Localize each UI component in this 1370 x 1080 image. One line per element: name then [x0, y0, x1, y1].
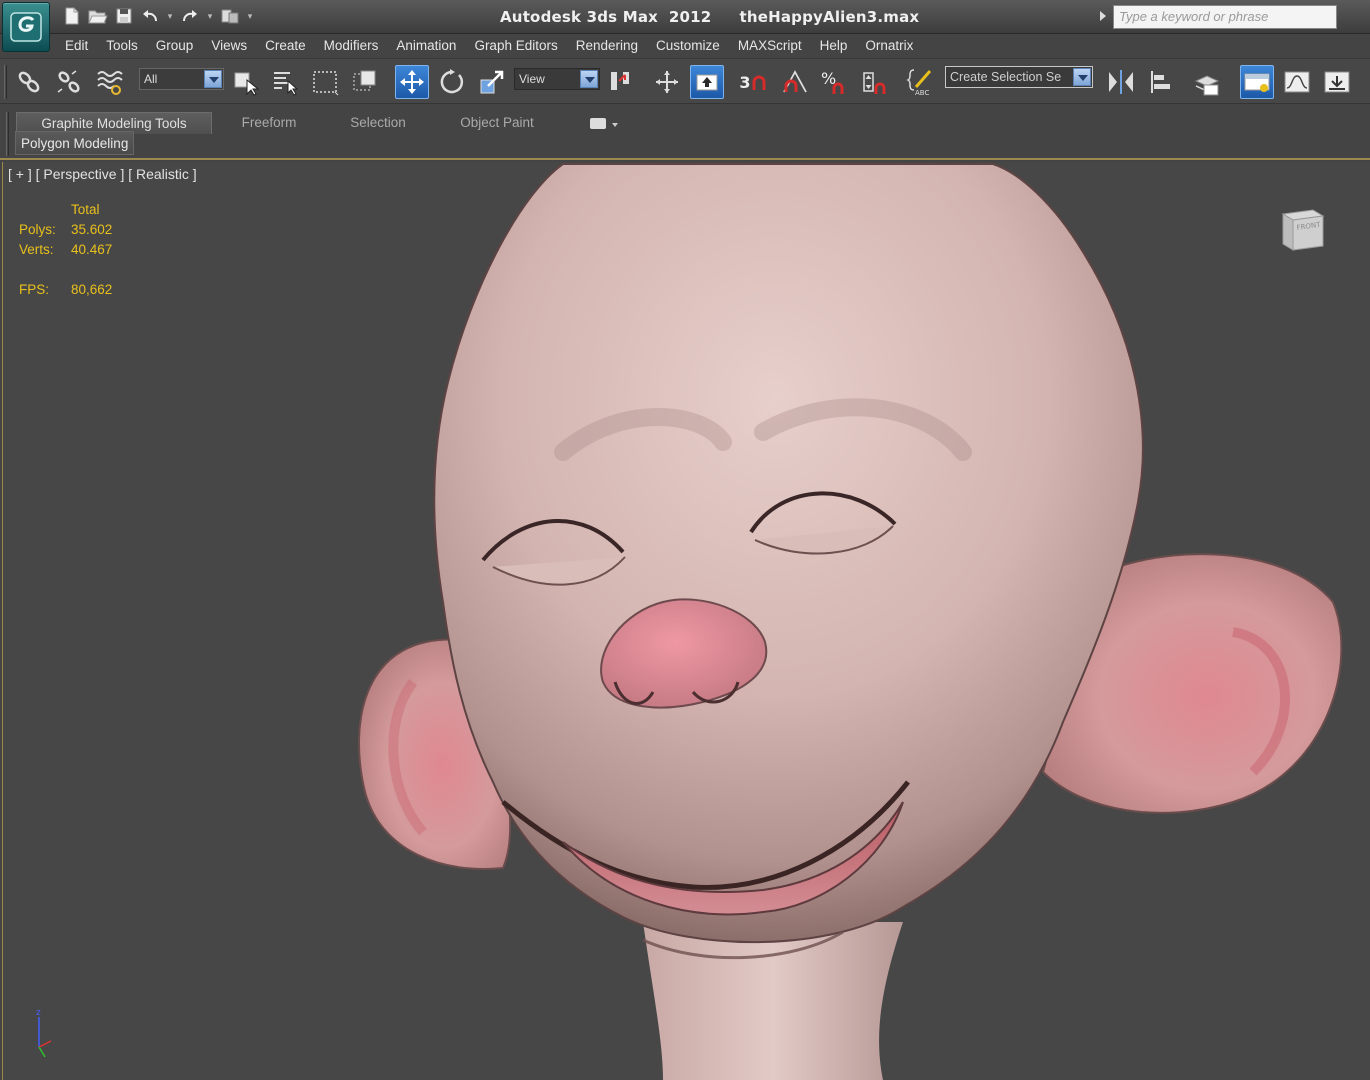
- selection-filter-value: All: [144, 72, 158, 86]
- new-file-icon[interactable]: [60, 5, 84, 27]
- window-crossing-icon[interactable]: [348, 65, 382, 99]
- polys-value: 35.602: [71, 222, 113, 237]
- application-menu-button[interactable]: [2, 2, 50, 52]
- menu-bar: Edit Tools Group Views Create Modifiers …: [52, 34, 922, 58]
- fps-label: FPS:: [19, 282, 50, 297]
- neck-mesh: [643, 922, 903, 1080]
- save-file-icon[interactable]: [112, 5, 136, 27]
- perspective-viewport[interactable]: [ + ] [ Perspective ] [ Realistic ] Tota…: [2, 162, 1370, 1080]
- main-toolbar: All View 3 % ABC: [0, 58, 1370, 104]
- svg-text:ABC: ABC: [915, 89, 929, 97]
- menu-tools[interactable]: Tools: [97, 34, 147, 58]
- align-icon[interactable]: [1144, 65, 1178, 99]
- keyboard-shortcut-override-icon[interactable]: [690, 65, 724, 99]
- quick-access-toolbar: ▾ ▾ ▾: [60, 5, 256, 27]
- menu-help[interactable]: Help: [811, 34, 857, 58]
- title-bar: ▾ ▾ ▾ Autodesk 3ds Max 2012 theHappyAlien…: [0, 0, 1370, 34]
- manipulate-icon[interactable]: [650, 65, 684, 99]
- window-title: Autodesk 3ds Max 2012 theHappyAlien3.max: [500, 8, 919, 26]
- ribbon-options-icon[interactable]: [590, 117, 620, 131]
- bind-to-space-warp-icon[interactable]: [92, 65, 126, 99]
- select-object-icon[interactable]: [228, 65, 262, 99]
- axis-z-label: z: [36, 1008, 41, 1018]
- ribbon-grip[interactable]: [6, 112, 9, 156]
- named-selection-value: Create Selection Se: [950, 70, 1062, 84]
- customize-qat-icon[interactable]: ▾: [244, 5, 256, 27]
- edit-named-selection-sets-icon[interactable]: ABC: [904, 65, 938, 99]
- viewcube-icon[interactable]: FRONT: [1279, 206, 1327, 254]
- layer-manager-icon[interactable]: [1190, 65, 1224, 99]
- undo-icon[interactable]: [138, 5, 162, 27]
- menu-rendering[interactable]: Rendering: [567, 34, 647, 58]
- angle-snap-toggle-icon[interactable]: [778, 65, 812, 99]
- select-and-link-icon[interactable]: [12, 65, 46, 99]
- toolbar-grip[interactable]: [4, 65, 7, 99]
- chevron-down-icon: [204, 70, 222, 88]
- viewport-label-menu[interactable]: [ + ] [ Perspective ] [ Realistic ]: [8, 166, 197, 182]
- chevron-down-icon: [580, 70, 598, 88]
- ribbon-minimize-icon: [590, 118, 606, 129]
- file-name: theHappyAlien3.max: [739, 8, 920, 26]
- menu-edit[interactable]: Edit: [52, 34, 97, 58]
- spinner-snap-toggle-icon[interactable]: [858, 65, 892, 99]
- polys-label: Polys:: [19, 222, 56, 237]
- menu-views[interactable]: Views: [202, 34, 256, 58]
- app-title: Autodesk 3ds Max 2012: [500, 8, 712, 26]
- select-and-scale-icon[interactable]: [475, 65, 509, 99]
- chevron-down-icon: [612, 123, 618, 127]
- 3dsmax-logo-icon: [10, 12, 42, 42]
- axis-tripod-icon: z: [36, 1008, 52, 1057]
- stats-header: Total: [71, 202, 100, 217]
- mirror-icon[interactable]: [1104, 65, 1138, 99]
- schematic-view-icon[interactable]: [1320, 65, 1354, 99]
- reference-coordinate-value: View: [519, 72, 545, 86]
- redo-dropdown-icon[interactable]: ▾: [204, 5, 216, 27]
- menu-animation[interactable]: Animation: [387, 34, 465, 58]
- chevron-down-icon: [1073, 68, 1091, 86]
- named-selection-dropdown[interactable]: Create Selection Se: [945, 66, 1093, 88]
- undo-dropdown-icon[interactable]: ▾: [164, 5, 176, 27]
- tab-selection[interactable]: Selection: [342, 112, 414, 134]
- project-folder-icon[interactable]: [218, 5, 242, 27]
- tab-freeform[interactable]: Freeform: [232, 112, 306, 134]
- reference-coordinate-dropdown[interactable]: View: [514, 68, 600, 90]
- select-and-rotate-icon[interactable]: [435, 65, 469, 99]
- selection-filter-dropdown[interactable]: All: [139, 68, 224, 90]
- menu-graph-editors[interactable]: Graph Editors: [465, 34, 566, 58]
- infocenter-expand-icon[interactable]: [1100, 11, 1106, 21]
- menu-customize[interactable]: Customize: [647, 34, 729, 58]
- select-and-move-icon[interactable]: [395, 65, 429, 99]
- head-mesh: [433, 163, 1144, 944]
- menu-maxscript[interactable]: MAXScript: [729, 34, 811, 58]
- menu-create[interactable]: Create: [256, 34, 315, 58]
- curve-editor-icon[interactable]: [1280, 65, 1314, 99]
- menu-group[interactable]: Group: [147, 34, 203, 58]
- polygon-modeling-panel-button[interactable]: Polygon Modeling: [15, 131, 135, 155]
- graphite-ribbon: Graphite Modeling Tools Freeform Selecti…: [0, 104, 1370, 160]
- unlink-selection-icon[interactable]: [52, 65, 86, 99]
- search-input[interactable]: Type a keyword or phrase: [1113, 5, 1337, 29]
- percent-snap-toggle-icon[interactable]: %: [818, 65, 852, 99]
- redo-icon[interactable]: [178, 5, 202, 27]
- open-file-icon[interactable]: [86, 5, 110, 27]
- pivot-center-icon[interactable]: [604, 65, 638, 99]
- graphite-modeling-tools-toggle-icon[interactable]: [1240, 65, 1274, 99]
- verts-label: Verts:: [19, 242, 54, 257]
- fps-value: 80,662: [71, 282, 113, 297]
- rectangular-selection-icon[interactable]: [308, 65, 342, 99]
- menu-ornatrix[interactable]: Ornatrix: [856, 34, 922, 58]
- menu-modifiers[interactable]: Modifiers: [315, 34, 388, 58]
- snaps-toggle-label: 3: [739, 72, 751, 92]
- verts-value: 40.467: [71, 242, 113, 257]
- tab-object-paint[interactable]: Object Paint: [450, 112, 544, 134]
- select-by-name-icon[interactable]: [268, 65, 302, 99]
- alien-head-model[interactable]: [3, 162, 1370, 1080]
- snaps-toggle-icon[interactable]: 3: [736, 65, 770, 99]
